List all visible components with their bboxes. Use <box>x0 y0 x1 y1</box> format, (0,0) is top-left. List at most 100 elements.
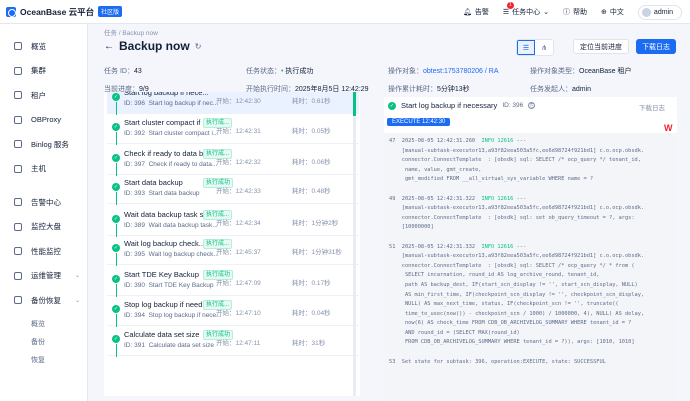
sidebar-item-label: Binlog 服务 <box>31 139 69 149</box>
subtask-name: Start cluster compact if ... <box>124 118 209 127</box>
timeline-line <box>115 344 117 357</box>
sidebar-item-3[interactable]: OBProxy <box>0 108 88 133</box>
success-check-icon: ✓ <box>112 215 120 223</box>
sidebar-item-9[interactable]: 运维管理 ⌄ <box>0 264 88 289</box>
target-info: 操作对象：obtest:1753780206 / RA <box>388 68 499 75</box>
subtask-item[interactable]: ✓ Start TDE Key Backup 执行成功 ID: 390 Start T… <box>107 266 359 297</box>
sidebar-item-7[interactable]: 监控大盘 <box>0 215 88 240</box>
chevron-down-icon: ⌄ <box>543 9 550 16</box>
subtask-item[interactable]: ✓ Wait data backup task s... 执行成... ID: 389… <box>107 206 359 237</box>
log-line: FROM CDB_OB_ARCHIVELOG_SUMMARY WHERE ten… <box>389 339 635 346</box>
success-check-icon: ✓ <box>388 101 396 110</box>
target-link[interactable]: obtest:1753780206 / RA <box>423 68 499 75</box>
execute-tag[interactable]: EXECUTE 12:42:30 <box>387 118 451 126</box>
subtask-item[interactable]: ✓ Start log backup if nece... ID: 396 Star… <box>107 92 359 115</box>
side-float-icon[interactable]: W <box>664 123 676 133</box>
flow-view-icon[interactable]: ⋔ <box>535 40 553 55</box>
detail-header: ✓ Start log backup if necessary ID: 396 … <box>388 101 536 110</box>
sidebar-item-6[interactable]: 告警中心 <box>0 190 88 215</box>
target-type-info: 操作对象类型：OceanBase 租户 <box>530 68 632 75</box>
subtask-name: Start log backup if nece... <box>124 92 209 97</box>
download-log-button[interactable]: 下载日志 <box>636 39 676 54</box>
nav-icon <box>14 222 22 231</box>
elapsed-info: 操作累计耗时：5分钟13秒 <box>388 86 470 93</box>
sidebar-subitem-0[interactable]: 概览 <box>0 315 88 333</box>
sidebar-item-10[interactable]: 备份恢复 ⌄ <box>0 288 88 313</box>
sidebar-item-0[interactable]: 概览 <box>0 34 88 59</box>
subtask-start: 开始：12:42:32 <box>216 159 261 166</box>
subtask-id: ID: 392 Start cluster compact i... <box>124 130 219 137</box>
sidebar-item-8[interactable]: 性能监控 <box>0 239 88 264</box>
log-line: SELECT incarnation, round_id AS log_arch… <box>389 272 600 279</box>
language-menu[interactable]: ⊕ 中文 <box>601 7 624 17</box>
sidebar-item-5[interactable]: 主机 <box>0 157 88 182</box>
refresh-icon[interactable]: ↻ <box>195 42 202 51</box>
subtask-name: Calculate data set size <box>124 330 200 339</box>
subtask-cost: 耗时：1分钟31秒 <box>292 249 342 256</box>
log-line: connector.ConnectTemplate : [obsdk] sql:… <box>389 214 635 221</box>
subtask-id: ID: 390 Start TDE Key Backup <box>124 282 214 289</box>
nav-icon <box>14 91 22 100</box>
subtask-item[interactable]: ✓ Stop log backup if need... 执行成... ID: 394… <box>107 296 359 327</box>
sidebar-item-4[interactable]: Binlog 服务 <box>0 132 88 157</box>
task-count-badge: 1 <box>506 2 514 9</box>
copy-icon[interactable]: ⎘ <box>528 102 536 109</box>
subtask-start: 开始：12:42:30 <box>216 98 261 105</box>
subtask-name: Start TDE Key Backup <box>124 270 199 279</box>
detail-download-log[interactable]: 下载日志 <box>639 102 665 112</box>
back-arrow-icon[interactable]: ← <box>104 41 114 52</box>
log-line: 51 2025-08-05 12:42:31.332 INFO 12616 --… <box>389 243 527 250</box>
top-bar: OceanBase 云平台 社区版 🔔︎ 告警 ☰ 1 任务中心 ⌄ ⓘ 帮助 ⊕ 中文 a… <box>0 0 690 24</box>
task-center-menu[interactable]: ☰ 1 任务中心 ⌄ <box>502 2 550 17</box>
subtask-start: 开始：12:42:34 <box>216 220 261 227</box>
user-menu[interactable]: admin <box>637 4 682 20</box>
subtask-item[interactable]: ✓ Start data backup 执行成功 ID: 393 Start data… <box>107 174 359 205</box>
subtask-start: 开始：12:45:37 <box>216 249 261 256</box>
subtask-start: 开始：12:42:31 <box>216 128 261 135</box>
log-line: name, value, gmt_create, <box>389 166 482 173</box>
timeline-line <box>115 132 117 145</box>
task-icon: ☰ <box>502 9 510 16</box>
subtask-item[interactable]: ✓ Calculate data set size 执行成功 ID: 391 Calc… <box>107 326 359 357</box>
main-content: 任务 / Backup now ← Backup now ↻ ☰ ⋔ 定位当前进… <box>96 24 690 401</box>
subtask-cost: 耗时：1分钟2秒 <box>292 220 339 227</box>
help-menu[interactable]: ⓘ 帮助 <box>563 7 587 17</box>
page-title-row: ← Backup now ↻ <box>104 39 201 53</box>
task-status-info: 任务状态：• 执行成功 <box>246 68 314 75</box>
help-label: 帮助 <box>573 9 588 16</box>
sidebar-item-1[interactable]: 集群 <box>0 59 88 84</box>
nav-icon <box>14 164 22 173</box>
success-check-icon: ✓ <box>112 183 120 191</box>
alert-menu[interactable]: 🔔︎ 告警 <box>463 7 489 17</box>
success-check-icon: ✓ <box>112 305 120 313</box>
sidebar-subitem-2[interactable]: 恢复 <box>0 351 88 369</box>
subtask-detail-panel: ✓ Start log backup if necessary ID: 396 … <box>384 97 677 401</box>
sidebar-item-2[interactable]: 租户 <box>0 83 88 108</box>
subtask-item[interactable]: ✓ Wait log backup check... 执行成... ID: 395 W… <box>107 235 359 266</box>
subtask-scrollbar[interactable] <box>353 92 356 396</box>
subtask-item[interactable]: ✓ Check if ready to data b... 执行成... ID: 39… <box>107 145 359 176</box>
log-line: path AS backup_dest, IF(start_scn_displa… <box>389 281 638 288</box>
subtask-cost: 耗时：0.48秒 <box>292 188 331 195</box>
success-check-icon: ✓ <box>112 335 120 343</box>
nav-icon <box>14 140 22 149</box>
app-logo[interactable]: OceanBase 云平台 社区版 <box>6 6 123 18</box>
sidebar-subitem-1[interactable]: 备份 <box>0 333 88 351</box>
subtask-item[interactable]: ✓ Start cluster compact if ... 执行成... ID: 3… <box>107 114 359 145</box>
nav-icon <box>14 66 22 75</box>
log-viewer[interactable]: 47 2025-08-05 12:42:31.260 INFO 12616 --… <box>384 133 677 401</box>
subtask-start: 开始：12:47:09 <box>216 280 261 287</box>
list-view-icon[interactable]: ☰ <box>517 40 535 55</box>
locate-progress-button[interactable]: 定位当前进度 <box>573 39 629 54</box>
subtask-name: Check if ready to data b... <box>124 149 210 158</box>
detail-id: ID: 396 <box>502 102 524 109</box>
nav-icon <box>14 247 22 256</box>
sidebar-item-label: 集群 <box>31 66 46 76</box>
log-line: time_to_usec(now()) - checkpoint_scn / 1… <box>389 310 645 317</box>
subtask-id: ID: 393 Start data backup <box>124 190 200 197</box>
subtask-cost: 耗时：0.61秒 <box>292 98 331 105</box>
breadcrumb[interactable]: 任务 / Backup now <box>104 27 158 37</box>
sidebar-item-label: 监控大盘 <box>31 222 61 232</box>
subtask-name: Start data backup <box>124 178 183 187</box>
